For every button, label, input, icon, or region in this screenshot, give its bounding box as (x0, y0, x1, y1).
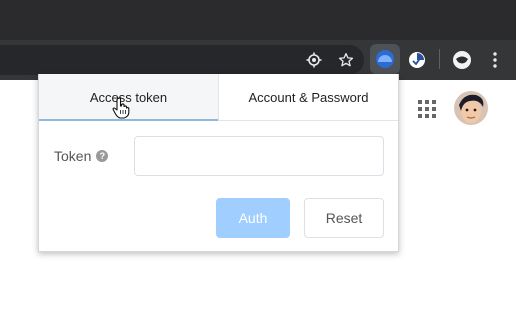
tab-account-password[interactable]: Account & Password (219, 74, 398, 120)
profile-icon[interactable] (449, 47, 475, 73)
token-label: Token (54, 148, 92, 164)
extension-shield-icon[interactable] (404, 47, 430, 73)
auth-button-label: Auth (238, 210, 268, 226)
token-field-row: Token ? (39, 136, 398, 176)
extension-auth-icon[interactable] (370, 44, 400, 74)
toolbar-separator (439, 49, 440, 69)
auth-tabs: Access token Account & Password (39, 74, 398, 121)
reset-button[interactable]: Reset (304, 198, 384, 238)
apps-grid-icon[interactable] (418, 100, 436, 118)
auth-button[interactable]: Auth (216, 198, 290, 238)
reset-button-label: Reset (325, 210, 363, 226)
browser-titlebar (0, 0, 516, 40)
star-icon[interactable] (333, 47, 359, 73)
extension-popup: Access token Account & Password Token ? … (38, 74, 399, 252)
token-label-group: Token ? (54, 148, 109, 164)
more-menu-icon[interactable] (482, 47, 508, 73)
location-icon[interactable] (301, 47, 327, 73)
hand-cursor-icon (112, 97, 130, 119)
user-avatar[interactable] (454, 91, 488, 125)
token-input[interactable] (134, 136, 384, 176)
help-icon[interactable]: ? (96, 150, 109, 162)
tab-account-password-label: Account & Password (248, 89, 369, 105)
